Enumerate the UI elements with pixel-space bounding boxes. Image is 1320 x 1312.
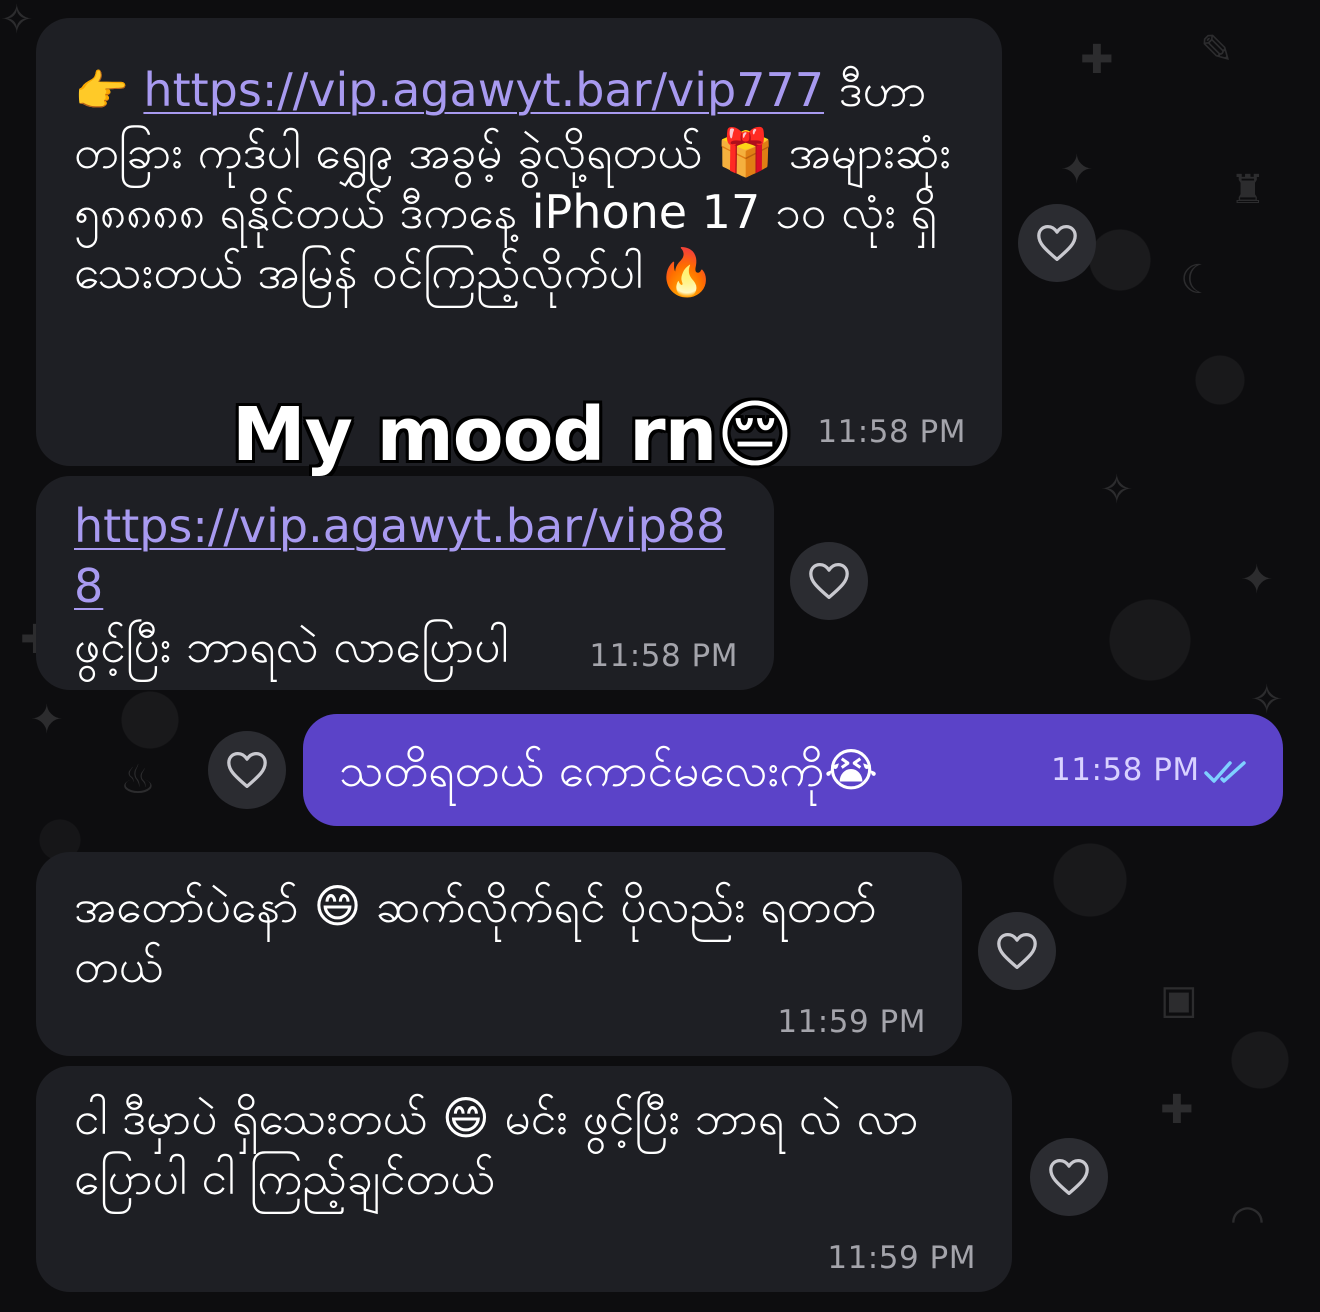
sparkle-doodle-icon: ✦ xyxy=(30,697,64,743)
heart-outline-icon xyxy=(1037,225,1077,261)
heart-outline-icon xyxy=(1049,1159,1089,1195)
message-link[interactable]: https://vip.agawyt.bar/vip888 xyxy=(74,499,725,613)
message-link[interactable]: https://vip.agawyt.bar/vip777 xyxy=(143,63,824,117)
reaction-button[interactable] xyxy=(1018,204,1096,282)
reaction-button[interactable] xyxy=(790,542,868,620)
message-text: ငါ ဒီမှာပဲ ရှိသေးတယ် 😄 မင်း ဖွင့်ပြီး ဘာ… xyxy=(74,1091,919,1205)
message-timestamp: 11:59 PM xyxy=(827,1240,976,1276)
camera-doodle-icon: ▣ xyxy=(1160,977,1198,1023)
message-timestamp: 11:58 PM xyxy=(817,414,966,450)
sparkle-doodle-icon: ✦ xyxy=(1240,557,1274,603)
sticker-text: My mood rn😔 xyxy=(232,392,793,478)
plus-doodle-icon: ✚ xyxy=(1080,37,1114,83)
message-bubble-outgoing[interactable]: သတိရတယ် ကောင်မလေးကို😭 11:58 PM xyxy=(303,714,1283,826)
cake-doodle-icon: ♨ xyxy=(120,757,156,803)
moon-doodle-icon: ☾ xyxy=(1180,257,1216,303)
trophy-doodle-icon: ♜ xyxy=(1230,167,1266,213)
message-timestamp: 11:59 PM xyxy=(777,1004,926,1040)
reaction-button[interactable] xyxy=(208,731,286,809)
chat-view[interactable]: ✚ ✎ ✦ ☾ ♜ ✧ ✦ ✧ ✚ ✦ ♨ ▣ ✚ ◠ ✧ 👉 https://… xyxy=(0,0,1320,1312)
message-bubble-incoming[interactable]: 👉 https://vip.agawyt.bar/vip777 ဒီဟာ တခြ… xyxy=(36,18,1002,478)
heart-outline-icon xyxy=(227,752,267,788)
message-text: သတိရတယ် ကောင်မလေးကို😭 xyxy=(339,743,878,797)
message-text: အတော်ပဲနော် 😄 ဆက်လိုက်ရင် ပိုလည်း ရတတ်တယ… xyxy=(74,879,877,993)
message-body: ဖွင့်ပြီး ဘာရလဲ လာပြောပါ xyxy=(74,619,509,673)
reaction-button[interactable] xyxy=(1030,1138,1108,1216)
star-doodle-icon: ✧ xyxy=(1100,467,1134,513)
message-bubble-incoming[interactable]: https://vip.agawyt.bar/vip888 ဖွင့်ပြီး … xyxy=(36,476,774,690)
star-doodle-icon: ✦ xyxy=(1060,147,1094,193)
heart-outline-icon xyxy=(997,933,1037,969)
rainbow-doodle-icon: ◠ xyxy=(1230,1197,1265,1243)
heart-outline-icon xyxy=(809,563,849,599)
microphone-doodle-icon: ✎ xyxy=(1200,27,1234,73)
message-timestamp: 11:58 PM xyxy=(1051,752,1200,788)
plus-doodle-icon: ✚ xyxy=(1160,1087,1194,1133)
pointing-hand-emoji: 👉 xyxy=(74,66,129,117)
sparkle-doodle-icon: ✧ xyxy=(0,0,34,43)
message-bubble-incoming[interactable]: အတော်ပဲနော် 😄 ဆက်လိုက်ရင် ပိုလည်း ရတတ်တယ… xyxy=(36,852,962,1056)
reaction-button[interactable] xyxy=(978,912,1056,990)
message-text: 👉 https://vip.agawyt.bar/vip777 ဒီဟာ တခြ… xyxy=(74,60,974,302)
double-check-icon xyxy=(1204,761,1246,783)
message-bubble-incoming[interactable]: ငါ ဒီမှာပဲ ရှိသေးတယ် 😄 မင်း ဖွင့်ပြီး ဘာ… xyxy=(36,1066,1012,1292)
message-timestamp: 11:58 PM xyxy=(589,638,738,674)
